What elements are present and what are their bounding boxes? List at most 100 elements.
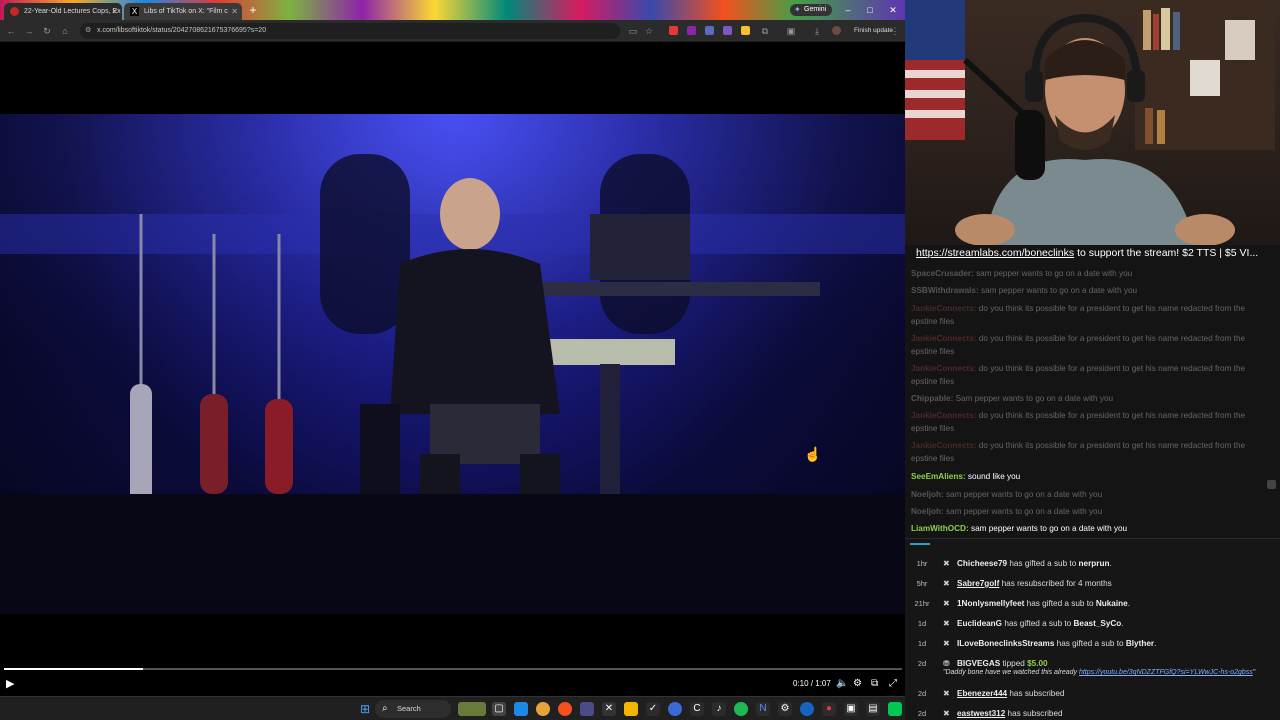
chat-username[interactable]: SeeEmAliens: bbox=[911, 472, 966, 481]
close-tab-icon[interactable]: ✕ bbox=[111, 3, 118, 20]
chat-message: JankieConnects: do you think its possibl… bbox=[911, 302, 1271, 315]
app-icon[interactable]: N bbox=[756, 702, 770, 716]
app-icon[interactable] bbox=[668, 702, 682, 716]
sub-icon: ✖ bbox=[943, 619, 950, 628]
chat-username[interactable]: Chippable: bbox=[911, 394, 953, 403]
chat-username[interactable]: SpaceCrusader: bbox=[911, 269, 974, 278]
chat-username[interactable]: JankieConnects: bbox=[911, 364, 977, 373]
streamer-webcam-image bbox=[905, 0, 1275, 245]
home-icon[interactable]: ⌂ bbox=[58, 24, 72, 38]
chat-username[interactable]: LiamWithOCD: bbox=[911, 524, 969, 533]
video-progress-bar[interactable] bbox=[4, 668, 902, 670]
chat-message: Noeljoh: sam pepper wants to go on a dat… bbox=[911, 488, 1271, 501]
widgets-icon[interactable] bbox=[458, 702, 486, 716]
tiktok-icon[interactable]: ♪ bbox=[712, 702, 726, 716]
settings-gear-icon[interactable]: ⚙ bbox=[853, 676, 862, 692]
event-username[interactable]: Chicheese79 bbox=[957, 559, 1007, 568]
gift-recipient[interactable]: Beast_SyCo bbox=[1074, 619, 1122, 628]
sub-icon: ✖ bbox=[943, 689, 950, 698]
streamlabs-link[interactable]: https://streamlabs.com/boneclinks bbox=[916, 247, 1074, 259]
event-username[interactable]: ILoveBoneclinksStreams bbox=[957, 639, 1054, 648]
tip-message-link[interactable]: https://youtu.be/3qNDZZTFGfQ?si=YLWwJC-h… bbox=[1079, 669, 1253, 676]
x-logo-icon: X bbox=[130, 7, 139, 16]
event-body: EuclideanG has gifted a sub to Beast_SyC… bbox=[957, 614, 1124, 634]
task-view-icon[interactable]: ▢ bbox=[492, 702, 506, 716]
event-age: 1d bbox=[917, 639, 927, 648]
app-icon[interactable] bbox=[800, 702, 814, 716]
chat-username[interactable]: Noeljoh: bbox=[911, 507, 944, 516]
site-info-icon[interactable]: ⚙ bbox=[85, 23, 91, 39]
event-username[interactable]: BIGVEGAS bbox=[957, 659, 1000, 668]
chat-username[interactable]: JankieConnects: bbox=[911, 334, 977, 343]
spotify-icon[interactable] bbox=[734, 702, 748, 716]
url-text: x.com/libsoftiktok/status/20427086216753… bbox=[97, 27, 267, 34]
close-window-button[interactable]: ✕ bbox=[885, 2, 901, 18]
app-icon[interactable]: ▤ bbox=[866, 702, 880, 716]
back-icon[interactable]: ← bbox=[4, 24, 18, 38]
app-icon[interactable] bbox=[888, 702, 902, 716]
event-username[interactable]: Ebenezer444 bbox=[957, 689, 1007, 698]
xbox-icon[interactable]: ✕ bbox=[602, 702, 616, 716]
gemini-button[interactable]: Gemini bbox=[790, 4, 833, 16]
chrome-icon[interactable] bbox=[536, 702, 550, 716]
event-username[interactable]: EuclideanG bbox=[957, 619, 1002, 628]
gift-recipient[interactable]: Blyther bbox=[1126, 639, 1154, 648]
volume-icon[interactable]: 🔈 bbox=[836, 676, 848, 692]
chat-username[interactable]: JankieConnects: bbox=[911, 411, 977, 420]
cast-icon[interactable]: ▭ bbox=[626, 24, 640, 38]
file-explorer-icon[interactable] bbox=[624, 702, 638, 716]
tab-cops-lecture[interactable]: 22-Year-Old Lectures Cops, Ex ✕ bbox=[4, 3, 122, 20]
gift-recipient[interactable]: nerprun bbox=[1079, 559, 1110, 568]
profile-avatar[interactable] bbox=[832, 26, 841, 35]
obs-icon[interactable] bbox=[580, 702, 594, 716]
reload-icon[interactable]: ↻ bbox=[40, 24, 54, 38]
tip-message: "Daddy bone have we watched this already… bbox=[943, 669, 1255, 676]
app-icon[interactable]: ⚙ bbox=[778, 702, 792, 716]
play-icon[interactable]: ▶ bbox=[6, 676, 14, 692]
app-icon[interactable]: ▣ bbox=[844, 702, 858, 716]
chat-scroll-handle[interactable] bbox=[1267, 480, 1276, 489]
new-tab-button[interactable]: + bbox=[246, 3, 260, 17]
maps-pin-icon[interactable]: ● bbox=[822, 702, 836, 716]
favicon-icon bbox=[10, 7, 19, 16]
event-row: 1hr ✖ Chicheese79 has gifted a sub to nerp… bbox=[905, 554, 1280, 574]
address-bar[interactable]: ⚙ x.com/libsoftiktok/status/204270862167… bbox=[80, 23, 620, 39]
menu-dots-icon[interactable]: ⋮ bbox=[888, 24, 902, 38]
chat-username[interactable]: JankieConnects: bbox=[911, 441, 977, 450]
event-username[interactable]: 1Nonlysmellyfeet bbox=[957, 599, 1024, 608]
event-row: 5hr ✖ Sabre7golf has resubscribed for 4 mo… bbox=[905, 574, 1280, 594]
app-icon[interactable]: C bbox=[690, 702, 704, 716]
extension-icon[interactable] bbox=[687, 26, 696, 35]
downloads-icon[interactable]: ⤓ bbox=[810, 24, 824, 38]
minimize-button[interactable]: – bbox=[840, 2, 856, 18]
tab-libs-of-tiktok[interactable]: X Libs of TikTok on X: "Film c ✕ bbox=[124, 3, 242, 20]
forward-icon[interactable]: → bbox=[22, 24, 36, 38]
taskbar-search[interactable]: Search bbox=[375, 700, 451, 718]
video-player[interactable]: ☝ ▶ 0:10 / 1:07 🔈 ⚙ ⧉ ⤢ bbox=[0, 42, 905, 696]
extension-icon[interactable] bbox=[669, 26, 678, 35]
chat-username[interactable]: Noeljoh: bbox=[911, 490, 944, 499]
extension-icon[interactable] bbox=[723, 26, 732, 35]
chat-text: epstine files bbox=[911, 377, 955, 386]
maximize-button[interactable]: □ bbox=[862, 2, 878, 18]
chat-message: JankieConnects: do you think its possibl… bbox=[911, 332, 1271, 345]
event-text: has resubscribed for 4 months bbox=[999, 579, 1112, 588]
edge-icon[interactable] bbox=[514, 702, 528, 716]
chat-username[interactable]: JankieConnects: bbox=[911, 304, 977, 313]
close-tab-icon[interactable]: ✕ bbox=[231, 3, 238, 20]
extensions-puzzle-icon[interactable]: ⧉ bbox=[758, 24, 772, 38]
app-icon[interactable]: ✓ bbox=[646, 702, 660, 716]
sidebar-icon[interactable]: ▣ bbox=[784, 24, 798, 38]
gift-recipient[interactable]: Nukaine bbox=[1096, 599, 1128, 608]
fullscreen-icon[interactable]: ⤢ bbox=[889, 676, 897, 692]
windows-start-icon[interactable]: ⊞ bbox=[358, 702, 372, 716]
picture-in-picture-icon[interactable]: ⧉ bbox=[871, 676, 878, 692]
extension-icon[interactable] bbox=[741, 26, 750, 35]
chrome-profile-icon[interactable] bbox=[558, 702, 572, 716]
event-username[interactable]: eastwest312 bbox=[957, 709, 1005, 718]
chat-username[interactable]: SSBWithdrawals: bbox=[911, 286, 979, 295]
bookmark-star-icon[interactable]: ☆ bbox=[642, 24, 656, 38]
event-username[interactable]: Sabre7golf bbox=[957, 579, 999, 588]
extension-icon[interactable] bbox=[705, 26, 714, 35]
browser-toolbar: ← → ↻ ⌂ ⚙ x.com/libsoftiktok/status/2042… bbox=[0, 20, 905, 42]
